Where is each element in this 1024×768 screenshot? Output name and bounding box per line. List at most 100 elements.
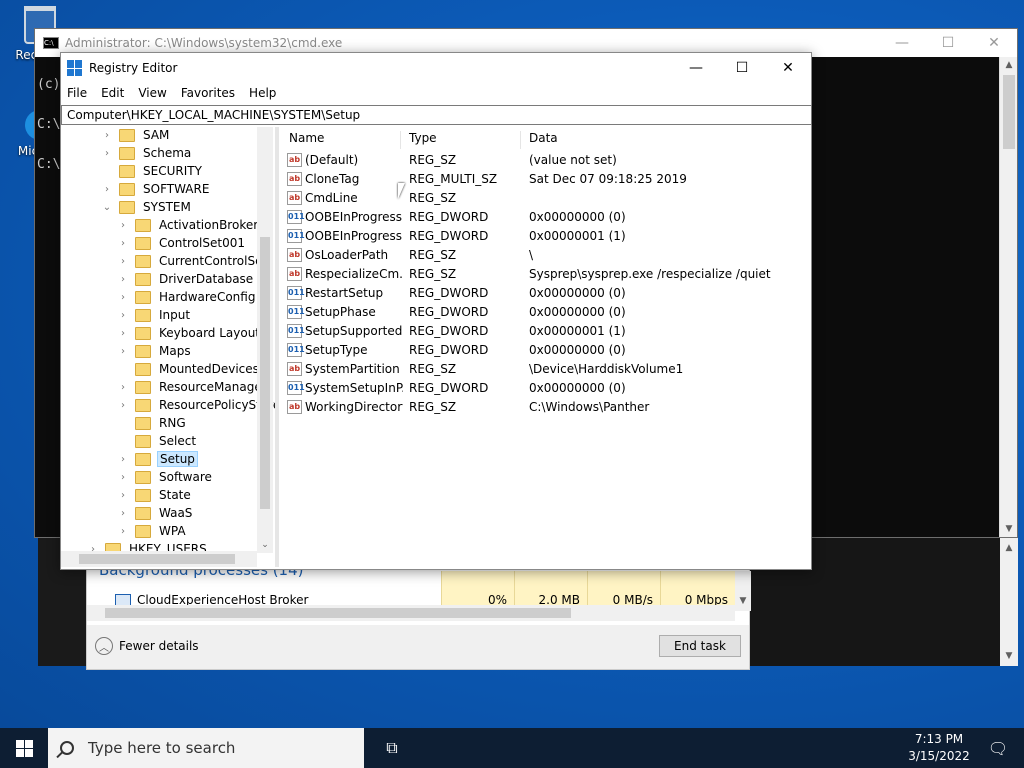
tree-vertical-scrollbar[interactable]: ⌄ xyxy=(257,127,273,553)
tree-horizontal-scrollbar[interactable] xyxy=(61,551,257,567)
values-list[interactable]: Name Type Data ab (Default) REG_SZ (value n… xyxy=(281,127,811,567)
tree-node[interactable]: › ResourceManager xyxy=(117,378,269,396)
tree-node[interactable]: › ResourcePolicyStore xyxy=(117,396,275,414)
task-manager-hscroll-thumb[interactable] xyxy=(105,608,571,618)
menu-favorites[interactable]: Favorites xyxy=(181,86,235,100)
chevron-right-icon[interactable]: › xyxy=(117,526,129,537)
tree-node[interactable]: › Setup xyxy=(117,450,198,468)
tree-node[interactable]: SECURITY xyxy=(101,162,204,180)
tree-node[interactable]: › ActivationBroker xyxy=(117,216,260,234)
notification-center-button[interactable]: 🗨 xyxy=(978,728,1018,768)
cmd-close-button[interactable]: ✕ xyxy=(971,29,1017,57)
chevron-right-icon[interactable]: › xyxy=(117,274,129,285)
tree-node[interactable]: MountedDevices xyxy=(117,360,261,378)
tree-node[interactable]: › HardwareConfig xyxy=(117,288,257,306)
fewer-details-link[interactable]: ︿ Fewer details xyxy=(95,637,199,655)
scroll-up-arrow-icon[interactable]: ▲ xyxy=(1000,540,1018,556)
pane-splitter[interactable] xyxy=(275,127,279,567)
tree-node[interactable]: › ControlSet001 xyxy=(117,234,247,252)
chevron-right-icon[interactable]: › xyxy=(117,310,129,321)
registry-value-row[interactable]: ab WorkingDirectory REG_SZ C:\Windows\Panth… xyxy=(281,398,811,417)
address-bar[interactable]: Computer\HKEY_LOCAL_MACHINE\SYSTEM\Setup xyxy=(61,105,812,125)
registry-value-row[interactable]: 011 SetupType REG_DWORD 0x00000000 (0) xyxy=(281,341,811,360)
chevron-right-icon[interactable]: › xyxy=(117,346,129,357)
chevron-right-icon[interactable]: › xyxy=(117,382,129,393)
registry-value-row[interactable]: 011 SystemSetupInP... REG_DWORD 0x00000000 … xyxy=(281,379,811,398)
registry-value-row[interactable]: ab CloneTag REG_MULTI_SZ Sat Dec 07 09:18:2… xyxy=(281,170,811,189)
chevron-right-icon[interactable]: › xyxy=(101,148,113,159)
registry-value-row[interactable]: ab SystemPartition REG_SZ \Device\HarddiskV… xyxy=(281,360,811,379)
menu-file[interactable]: File xyxy=(67,86,87,100)
registry-value-row[interactable]: ab OsLoaderPath REG_SZ \ xyxy=(281,246,811,265)
column-header-name[interactable]: Name xyxy=(281,131,401,149)
chevron-right-icon[interactable]: › xyxy=(117,238,129,249)
taskbar-search-box[interactable]: Type here to search xyxy=(48,728,364,768)
cmd-scrollbar-lower[interactable]: ▲ ▼ xyxy=(1000,538,1018,666)
chevron-right-icon[interactable]: › xyxy=(101,184,113,195)
task-view-button[interactable]: ⧉ xyxy=(376,728,408,768)
chevron-right-icon[interactable]: › xyxy=(101,130,113,141)
registry-value-row[interactable]: 011 OOBEInProgress REG_DWORD 0x00000000 (0) xyxy=(281,208,811,227)
scroll-up-arrow-icon[interactable]: ▲ xyxy=(1000,57,1018,73)
chevron-right-icon[interactable]: › xyxy=(117,400,129,411)
tree-node[interactable]: › DriverDatabase xyxy=(117,270,255,288)
cmd-minimize-button[interactable]: — xyxy=(879,29,925,57)
start-button[interactable] xyxy=(0,728,48,768)
registry-value-row[interactable]: 011 OOBEInProgress... REG_DWORD 0x00000001 … xyxy=(281,227,811,246)
tree-node[interactable]: › WPA xyxy=(117,522,188,540)
value-type: REG_SZ xyxy=(409,362,457,376)
chevron-right-icon[interactable]: › xyxy=(117,328,129,339)
chevron-right-icon[interactable]: › xyxy=(117,490,129,501)
regedit-close-button[interactable]: ✕ xyxy=(765,53,811,83)
registry-value-row[interactable]: 011 RestartSetup REG_DWORD 0x00000000 (0) xyxy=(281,284,811,303)
chevron-right-icon[interactable]: › xyxy=(117,292,129,303)
chevron-right-icon[interactable]: › xyxy=(117,256,129,267)
menu-help[interactable]: Help xyxy=(249,86,276,100)
chevron-right-icon[interactable]: › xyxy=(117,472,129,483)
tree-node[interactable]: › SOFTWARE xyxy=(101,180,211,198)
tree-hscroll-thumb[interactable] xyxy=(79,554,235,564)
tree-node-label: SECURITY xyxy=(143,164,202,178)
scroll-down-arrow-icon[interactable]: ▼ xyxy=(1000,648,1018,664)
tree-vscroll-thumb[interactable] xyxy=(260,237,270,509)
tree-node[interactable]: › Schema xyxy=(101,144,193,162)
cmd-maximize-button[interactable]: ☐ xyxy=(925,29,971,57)
chevron-right-icon[interactable]: › xyxy=(117,508,129,519)
registry-value-row[interactable]: ab (Default) REG_SZ (value not set) xyxy=(281,151,811,170)
tree-node[interactable]: ⌄ SYSTEM xyxy=(101,198,193,216)
registry-tree[interactable]: › SAM › Schema SECURITY › SOFTWARE ⌄ SYSTEM › Acti… xyxy=(61,127,275,567)
chevron-down-icon[interactable]: ⌄ xyxy=(101,202,113,213)
menu-edit[interactable]: Edit xyxy=(101,86,124,100)
tree-node[interactable]: › Input xyxy=(117,306,192,324)
registry-editor-window[interactable]: Registry Editor — ☐ ✕ File Edit View Fav… xyxy=(60,52,812,570)
chevron-right-icon[interactable]: › xyxy=(117,454,129,465)
scroll-down-arrow-icon[interactable]: ⌄ xyxy=(257,537,273,553)
tree-node[interactable]: › Maps xyxy=(117,342,193,360)
column-header-type[interactable]: Type xyxy=(401,131,521,149)
task-manager-vscroll[interactable]: ▼ xyxy=(735,571,751,611)
tree-node[interactable]: RNG xyxy=(117,414,188,432)
regedit-minimize-button[interactable]: — xyxy=(673,53,719,83)
tree-node[interactable]: Select xyxy=(117,432,198,450)
tree-node[interactable]: › WaaS xyxy=(117,504,194,522)
registry-value-row[interactable]: ab RespecializeCm... REG_SZ Sysprep\sysprep… xyxy=(281,265,811,284)
registry-value-row[interactable]: 011 SetupSupported REG_DWORD 0x00000001 (1) xyxy=(281,322,811,341)
cmd-scrollbar[interactable]: ▲ ▼ xyxy=(999,57,1017,537)
tree-node[interactable]: › CurrentControlSet xyxy=(117,252,269,270)
registry-value-row[interactable]: ab CmdLine REG_SZ xyxy=(281,189,811,208)
task-manager-hscroll[interactable] xyxy=(87,605,735,621)
column-header-data[interactable]: Data xyxy=(521,131,811,149)
end-task-button[interactable]: End task xyxy=(659,635,741,657)
tree-node[interactable]: › Software xyxy=(117,468,214,486)
regedit-maximize-button[interactable]: ☐ xyxy=(719,53,765,83)
tree-node[interactable]: › Keyboard Layout xyxy=(117,324,262,342)
registry-value-row[interactable]: 011 SetupPhase REG_DWORD 0x00000000 (0) xyxy=(281,303,811,322)
tree-node[interactable]: › State xyxy=(117,486,193,504)
scroll-down-arrow-icon[interactable]: ▼ xyxy=(735,593,751,609)
taskbar-clock[interactable]: 7:13 PM 3/15/2022 xyxy=(900,731,978,765)
tree-node[interactable]: › SAM xyxy=(101,127,171,144)
chevron-right-icon[interactable]: › xyxy=(117,220,129,231)
cmd-scroll-thumb[interactable] xyxy=(1003,75,1015,149)
menu-view[interactable]: View xyxy=(138,86,166,100)
scroll-down-arrow-icon[interactable]: ▼ xyxy=(1000,521,1018,537)
